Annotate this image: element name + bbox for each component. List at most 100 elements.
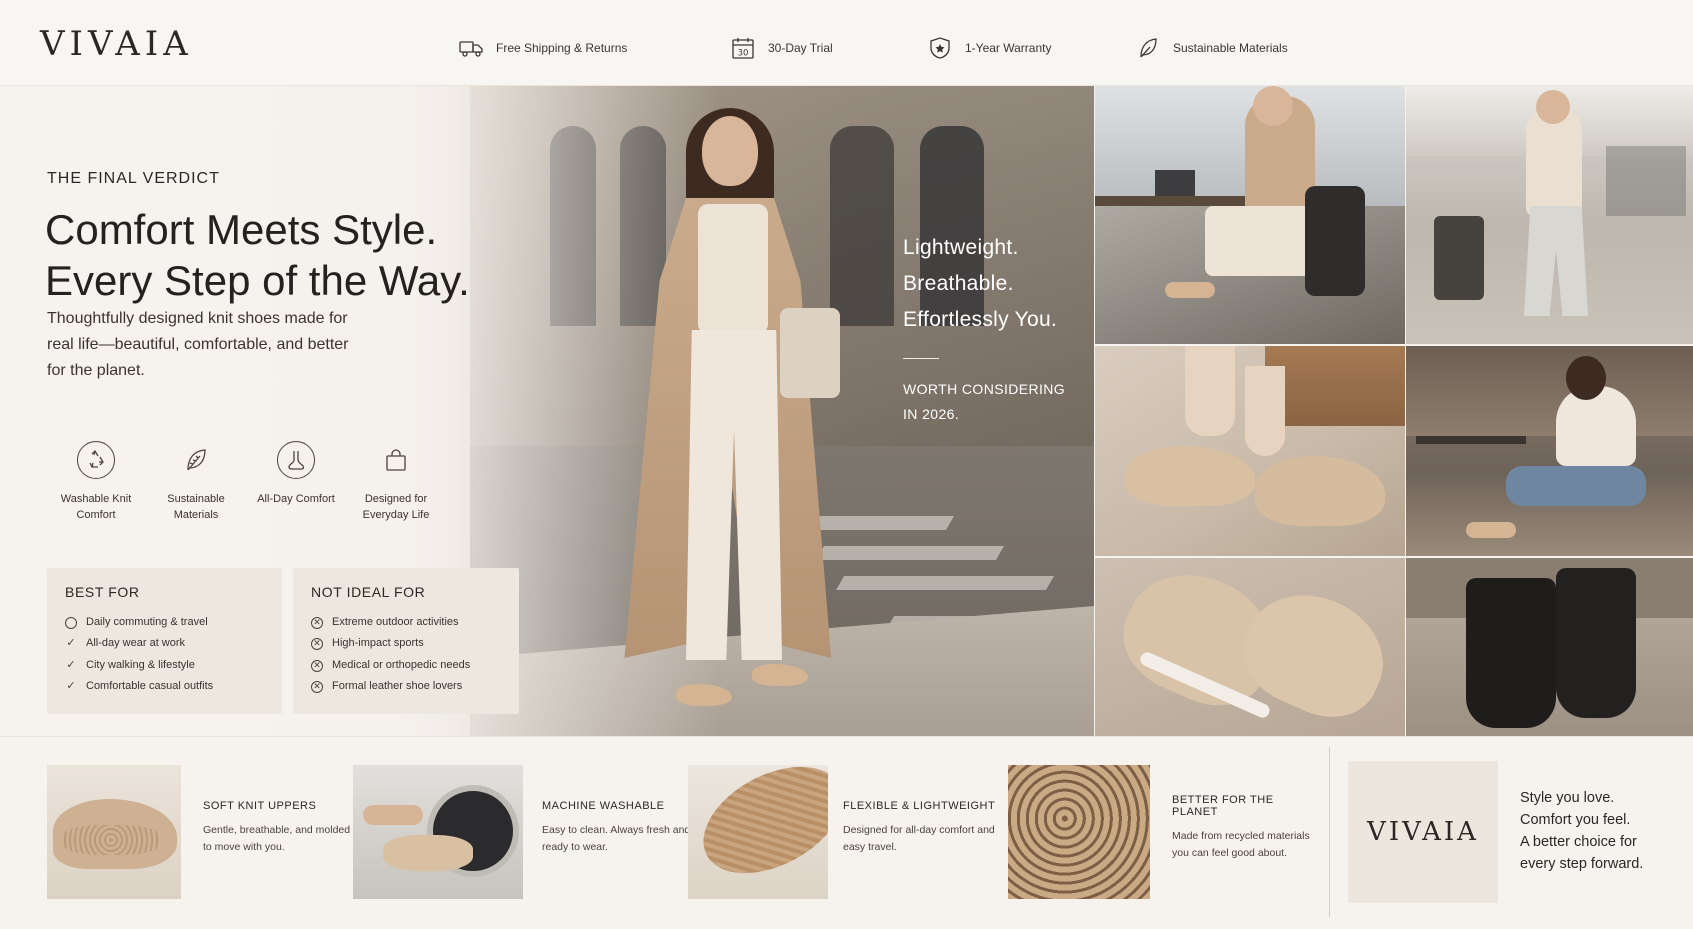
feature-flexible: FLEXIBLE & LIGHTWEIGHT Designed for all-… xyxy=(843,800,1003,856)
feature-image-recycled-texture xyxy=(1008,765,1150,899)
feature-image-washer xyxy=(353,765,523,899)
feature-title: MACHINE WASHABLE xyxy=(542,800,665,812)
x-circle-icon: ✕ xyxy=(311,616,323,629)
not-ideal-item: ✕ Medical or orthopedic needs xyxy=(311,655,501,676)
badge-comfort: All-Day Comfort xyxy=(246,441,346,523)
feature-title: FLEXIBLE & LIGHTWEIGHT xyxy=(843,800,996,812)
not-ideal-text: Medical or orthopedic needs xyxy=(332,658,471,671)
perk-trial: 30 30-Day Trial xyxy=(730,36,833,60)
brand-tagline: Style you love. Comfort you feel. A bett… xyxy=(1520,787,1643,875)
hero-section: THE FINAL VERDICT Comfort Meets Style. E… xyxy=(0,86,1094,736)
badge-everyday: Designed for Everyday Life xyxy=(346,441,446,523)
check-icon: ✓ xyxy=(66,637,76,650)
hero-quote: Lightweight. Breathable. Effortlessly Yo… xyxy=(903,230,1065,427)
not-ideal-item: ✕ High-impact sports xyxy=(311,633,501,654)
feature-desc: Designed for all-day comfort and easy tr… xyxy=(843,824,995,853)
top-bar: VIVAIA Free Shipping & Returns 30 30-Day… xyxy=(0,0,1693,86)
not-ideal-text: High-impact sports xyxy=(332,637,424,650)
x-circle-icon: ✕ xyxy=(311,659,323,672)
leaf-icon xyxy=(1140,38,1157,58)
perk-label: 30-Day Trial xyxy=(768,41,833,55)
calendar-number: 30 xyxy=(738,49,749,59)
badge-label: Designed for Everyday Life xyxy=(362,493,430,521)
check-icon: ✓ xyxy=(66,680,76,693)
hero-intro: Thoughtfully designed knit shoes made fo… xyxy=(47,310,349,379)
feature-image-knit-flat xyxy=(47,765,181,899)
quote-subline: IN 2026. xyxy=(903,406,960,422)
perk-sustainable: Sustainable Materials xyxy=(1135,36,1288,60)
calendar-icon: 30 xyxy=(732,38,754,59)
not-ideal-text: Extreme outdoor activities xyxy=(332,616,459,628)
recycle-icon xyxy=(89,449,104,468)
feature-desc: Easy to clean. Always fresh and ready to… xyxy=(542,824,691,853)
not-ideal-text: Formal leather shoe lovers xyxy=(332,680,463,693)
badge-washable: Washable Knit Comfort xyxy=(46,441,146,523)
best-for-text: Daily commuting & travel xyxy=(86,616,208,628)
brand-block-logo[interactable]: VIVAIA xyxy=(1367,817,1479,847)
not-ideal-card: NOT IDEAL FOR ✕ Extreme outdoor activiti… xyxy=(293,568,519,714)
feature-desc: Gentle, breathable, and molded to move w… xyxy=(203,824,351,853)
tagline-line: every step forward. xyxy=(1520,856,1644,872)
photo-office-desk xyxy=(1095,86,1405,344)
feature-knit: SOFT KNIT UPPERS Gentle, breathable, and… xyxy=(203,800,353,856)
best-for-text: Comfortable casual outfits xyxy=(86,680,214,693)
tagline-line: Comfort you feel. xyxy=(1520,812,1631,828)
best-for-title: BEST FOR xyxy=(65,584,140,600)
feature-planet: BETTER FOR THE PLANET Made from recycled… xyxy=(1172,794,1322,862)
perk-warranty: 1-Year Warranty xyxy=(927,36,1051,60)
feature-strip: SOFT KNIT UPPERS Gentle, breathable, and… xyxy=(0,736,1693,929)
badge-sustainable: Sustainable Materials xyxy=(146,441,246,523)
foot-icon xyxy=(288,451,305,470)
photo-airport-travel xyxy=(1406,86,1693,344)
not-ideal-title: NOT IDEAL FOR xyxy=(311,584,426,600)
x-circle-icon: ✕ xyxy=(311,638,323,651)
circle-icon xyxy=(65,616,77,629)
perk-label: Free Shipping & Returns xyxy=(496,41,628,55)
best-for-card: BEST FOR Daily commuting & travel ✓ All-… xyxy=(47,568,282,714)
perk-label: Sustainable Materials xyxy=(1173,41,1288,55)
not-ideal-item: ✕ Formal leather shoe lovers xyxy=(311,676,501,697)
badge-label: Washable Knit Comfort xyxy=(60,493,132,521)
brand-logo[interactable]: VIVAIA xyxy=(40,24,193,64)
truck-icon xyxy=(459,41,483,57)
quote-line: Lightweight. xyxy=(903,236,1019,259)
tagline-line: Style you love. xyxy=(1520,790,1615,806)
perk-label: 1-Year Warranty xyxy=(965,41,1052,55)
strip-divider xyxy=(1329,747,1330,917)
quote-line: Effortlessly You. xyxy=(903,308,1058,331)
photo-mary-jane-shoes xyxy=(1095,346,1405,556)
photo-cafe-sitting xyxy=(1406,346,1693,556)
photo-loafers xyxy=(1095,558,1405,736)
shopping-bag-icon xyxy=(386,449,406,471)
shield-star-icon xyxy=(930,37,950,59)
feature-image-sole xyxy=(688,765,828,899)
not-ideal-item: ✕ Extreme outdoor activities xyxy=(311,612,501,633)
brand-block: VIVAIA xyxy=(1348,761,1498,903)
quote-subline: WORTH CONSIDERING xyxy=(903,381,1066,397)
hero-model-photo xyxy=(620,108,860,728)
best-for-item: ✓ City walking & lifestyle xyxy=(65,655,264,676)
best-for-item: Daily commuting & travel xyxy=(65,612,264,633)
leaf-icon xyxy=(187,449,206,471)
quote-divider xyxy=(903,358,939,359)
best-for-item: ✓ All-day wear at work xyxy=(65,633,264,654)
tagline-line: A better choice for xyxy=(1520,834,1637,850)
headline-line: Every Step of the Way. xyxy=(45,257,470,304)
quote-line: Breathable. xyxy=(903,272,1014,295)
feature-desc: Made from recycled materials you can fee… xyxy=(1172,830,1310,859)
feature-title: BETTER FOR THE PLANET xyxy=(1172,794,1274,818)
perk-free-shipping: Free Shipping & Returns xyxy=(458,36,627,60)
x-circle-icon: ✕ xyxy=(311,680,323,693)
feature-washable: MACHINE WASHABLE Easy to clean. Always f… xyxy=(542,800,692,856)
badge-label: Sustainable Materials xyxy=(167,493,225,521)
headline-line: Comfort Meets Style. xyxy=(45,206,438,253)
hero-headline: Comfort Meets Style. Every Step of the W… xyxy=(45,204,470,306)
photo-black-boots xyxy=(1406,558,1693,736)
hero-eyebrow: THE FINAL VERDICT xyxy=(47,170,220,187)
feature-badges: Washable Knit Comfort Sustainable Materi… xyxy=(46,441,446,523)
best-for-text: All-day wear at work xyxy=(86,637,186,650)
check-icon: ✓ xyxy=(66,658,76,671)
badge-label: All-Day Comfort xyxy=(257,493,335,505)
best-for-item: ✓ Comfortable casual outfits xyxy=(65,676,264,697)
best-for-text: City walking & lifestyle xyxy=(86,658,195,671)
